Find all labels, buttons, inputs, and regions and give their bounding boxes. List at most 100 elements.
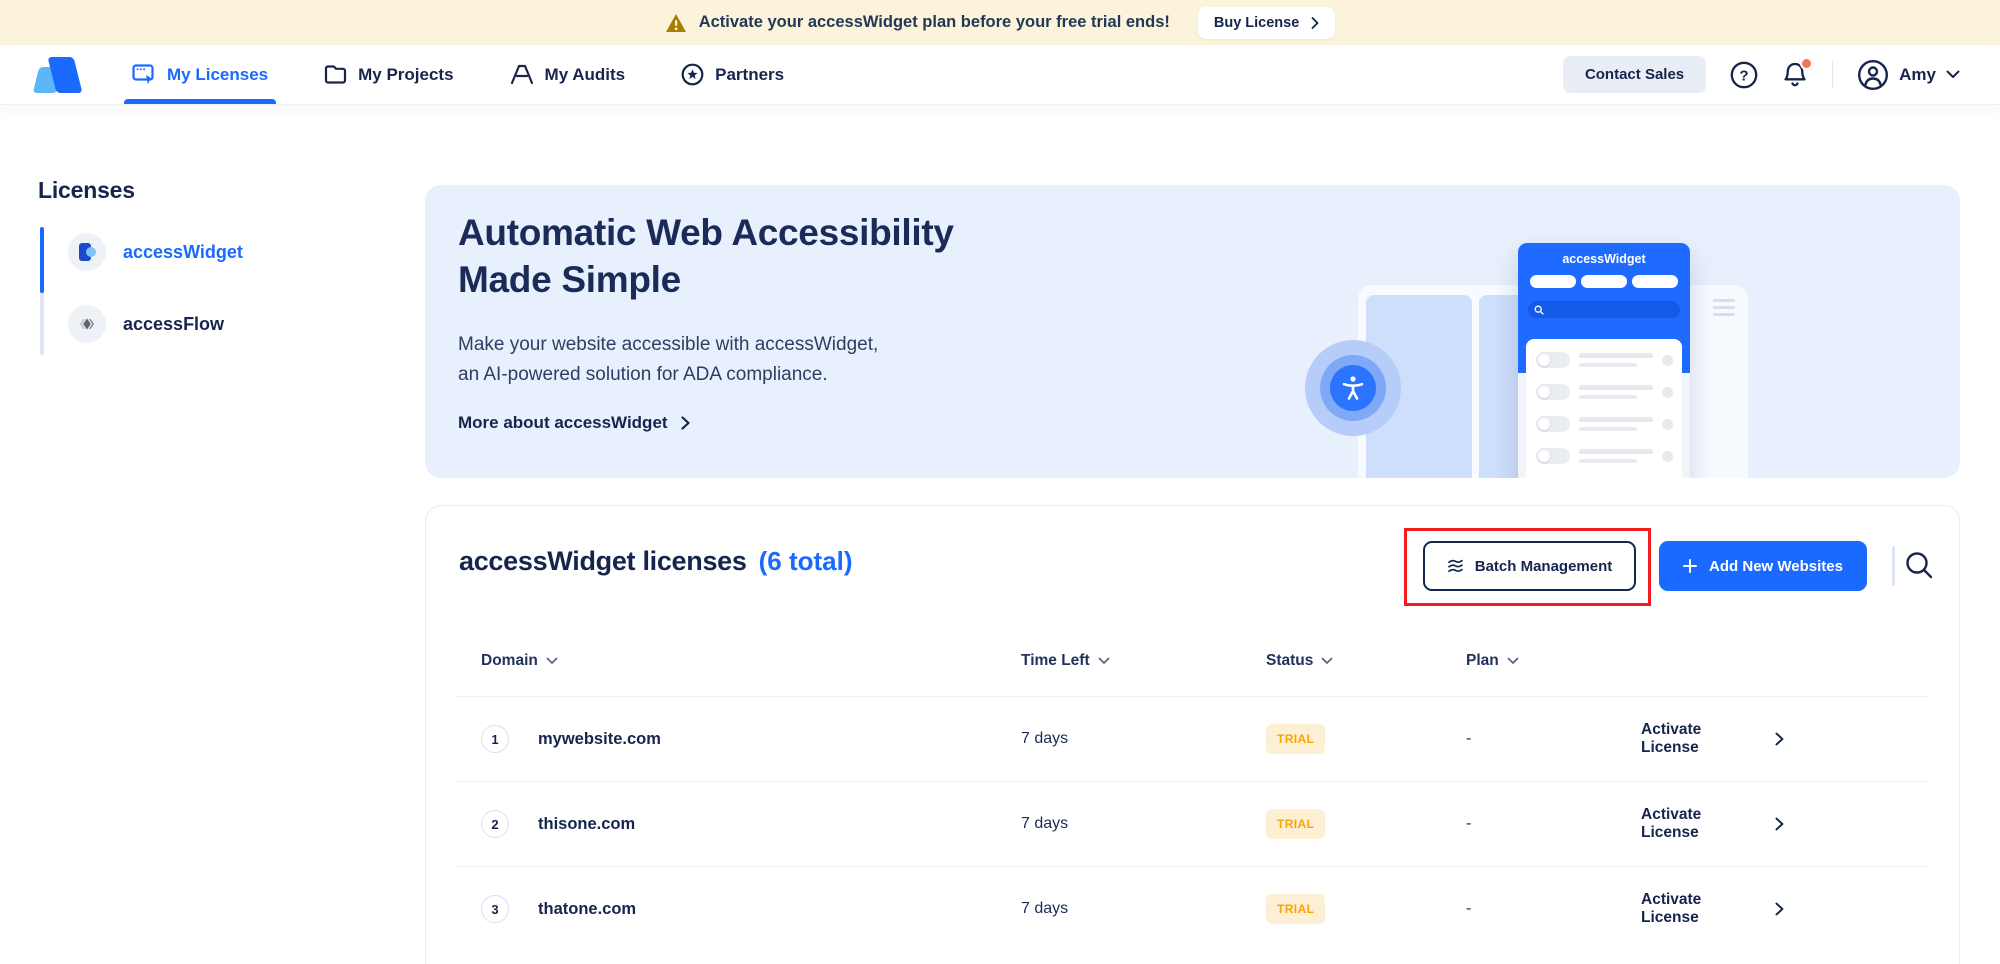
nav-divider bbox=[1832, 61, 1833, 89]
activate-license-link[interactable]: Activate License bbox=[1641, 891, 1929, 927]
chevron-down-icon bbox=[1946, 70, 1960, 79]
accesswidget-icon bbox=[68, 233, 106, 271]
cell-status: TRIAL bbox=[1266, 809, 1466, 839]
nav-item-my-audits[interactable]: My Audits bbox=[510, 45, 626, 104]
row-number: 1 bbox=[481, 725, 509, 753]
accessibility-badge bbox=[1305, 340, 1401, 436]
nav-item-partners[interactable]: Partners bbox=[681, 45, 784, 104]
more-about-link[interactable]: More about accessWidget bbox=[458, 413, 954, 433]
licenses-table: Domain Time Left Status Plan bbox=[456, 626, 1929, 951]
column-header-status[interactable]: Status bbox=[1266, 652, 1466, 670]
activate-license-label: Activate License bbox=[1641, 721, 1762, 757]
nav-label: My Audits bbox=[545, 65, 626, 85]
accessibility-person-icon bbox=[1330, 365, 1376, 411]
batch-management-label: Batch Management bbox=[1475, 558, 1613, 575]
trial-banner-text: Activate your accessWidget plan before y… bbox=[699, 13, 1170, 32]
notifications-button[interactable] bbox=[1782, 61, 1808, 89]
chevron-right-icon bbox=[681, 416, 690, 430]
accessibe-logo[interactable] bbox=[30, 55, 96, 95]
buy-license-label: Buy License bbox=[1214, 15, 1299, 31]
domain-name: thatone.com bbox=[538, 900, 636, 919]
status-badge: TRIAL bbox=[1266, 894, 1325, 924]
sort-chevron-icon bbox=[1507, 657, 1519, 665]
column-header-plan[interactable]: Plan bbox=[1466, 652, 1641, 670]
nav-item-my-projects[interactable]: My Projects bbox=[324, 45, 453, 104]
buy-license-button[interactable]: Buy License bbox=[1198, 7, 1335, 39]
toolbar-divider bbox=[1892, 546, 1895, 586]
cell-plan: - bbox=[1466, 900, 1641, 918]
widget-pills bbox=[1518, 275, 1690, 288]
column-label: Domain bbox=[481, 652, 538, 670]
trial-banner-message: Activate your accessWidget plan before y… bbox=[665, 13, 1170, 33]
cell-time-left: 7 days bbox=[1021, 815, 1266, 833]
hero-body-line2: an AI-powered solution for ADA complianc… bbox=[458, 360, 954, 390]
status-badge: TRIAL bbox=[1266, 809, 1325, 839]
cell-time-left: 7 days bbox=[1021, 730, 1266, 748]
sidebar: Licenses accessWidget accessFlow bbox=[0, 105, 425, 964]
sidebar-item-accesswidget[interactable]: accessWidget bbox=[68, 233, 243, 271]
cell-status: TRIAL bbox=[1266, 724, 1466, 754]
accessibility-badge-ring bbox=[1320, 355, 1386, 421]
layers-icon bbox=[1447, 558, 1464, 574]
more-about-label: More about accessWidget bbox=[458, 413, 668, 433]
hero-copy: Automatic Web Accessibility Made Simple … bbox=[458, 209, 954, 433]
avatar-icon bbox=[1857, 59, 1889, 91]
activate-license-label: Activate License bbox=[1641, 806, 1762, 842]
licenses-icon bbox=[132, 64, 156, 86]
sort-chevron-icon bbox=[1098, 657, 1110, 665]
table-row: 3 thatone.com 7 days TRIAL - Activate Li… bbox=[456, 866, 1929, 951]
audits-icon bbox=[510, 64, 534, 85]
hamburger-icon bbox=[1713, 299, 1735, 316]
warning-icon bbox=[665, 13, 687, 33]
hero-card: Automatic Web Accessibility Made Simple … bbox=[425, 185, 1960, 478]
widget-search-bar bbox=[1528, 301, 1680, 318]
activate-license-link[interactable]: Activate License bbox=[1641, 806, 1929, 842]
chevron-right-icon bbox=[1311, 17, 1319, 29]
chevron-right-icon bbox=[1775, 902, 1784, 916]
nav-label: Partners bbox=[715, 65, 784, 85]
licenses-title: accessWidget licenses bbox=[459, 546, 747, 577]
hero-title: Automatic Web Accessibility Made Simple bbox=[458, 209, 954, 304]
sidebar-rail-active bbox=[40, 227, 44, 293]
activate-license-link[interactable]: Activate License bbox=[1641, 721, 1929, 757]
column-label: Time Left bbox=[1021, 652, 1090, 670]
licenses-card: accessWidget licenses (6 total) Batch Ma… bbox=[425, 505, 1960, 964]
licenses-count: (6 total) bbox=[759, 546, 853, 577]
licenses-card-header: accessWidget licenses (6 total) bbox=[459, 546, 853, 577]
partners-icon bbox=[681, 63, 704, 86]
add-new-websites-button[interactable]: Add New Websites bbox=[1659, 541, 1867, 591]
search-button[interactable] bbox=[1904, 550, 1934, 580]
notification-dot bbox=[1800, 57, 1813, 70]
batch-management-button[interactable]: Batch Management bbox=[1423, 541, 1636, 591]
chevron-right-icon bbox=[1775, 817, 1784, 831]
trial-banner: Activate your accessWidget plan before y… bbox=[0, 0, 2000, 45]
chevron-right-icon bbox=[1775, 732, 1784, 746]
column-header-domain[interactable]: Domain bbox=[481, 652, 1021, 670]
help-button[interactable]: ? bbox=[1730, 61, 1758, 89]
add-new-websites-label: Add New Websites bbox=[1709, 558, 1843, 575]
nav-item-my-licenses[interactable]: My Licenses bbox=[132, 45, 268, 104]
widget-title: accessWidget bbox=[1518, 243, 1690, 266]
help-glyph: ? bbox=[1740, 67, 1749, 84]
cell-plan: - bbox=[1466, 730, 1641, 748]
nav-label: My Licenses bbox=[167, 65, 268, 85]
hero-body: Make your website accessible with access… bbox=[458, 330, 954, 391]
domain-name: mywebsite.com bbox=[538, 730, 661, 749]
hero-title-line1: Automatic Web Accessibility bbox=[458, 209, 954, 256]
contact-sales-button[interactable]: Contact Sales bbox=[1563, 56, 1706, 93]
activate-license-label: Activate License bbox=[1641, 891, 1762, 927]
table-row: 2 thisone.com 7 days TRIAL - Activate Li… bbox=[456, 781, 1929, 866]
nav-label: My Projects bbox=[358, 65, 453, 85]
widget-option-list bbox=[1526, 339, 1682, 478]
sidebar-item-accessflow[interactable]: accessFlow bbox=[68, 305, 224, 343]
sort-chevron-icon bbox=[1321, 657, 1333, 665]
sidebar-title: Licenses bbox=[38, 177, 135, 204]
nav-right: Contact Sales ? Amy bbox=[1563, 56, 1960, 93]
table-body: 1 mywebsite.com 7 days TRIAL - Activate … bbox=[456, 696, 1929, 951]
accesswidget-mockup: accessWidget bbox=[1518, 243, 1690, 478]
row-number: 2 bbox=[481, 810, 509, 838]
table-row: 1 mywebsite.com 7 days TRIAL - Activate … bbox=[456, 696, 1929, 781]
user-menu[interactable]: Amy bbox=[1857, 59, 1960, 91]
top-nav: My Licenses My Projects My Audits Partne… bbox=[0, 45, 2000, 105]
column-header-time-left[interactable]: Time Left bbox=[1021, 652, 1266, 670]
